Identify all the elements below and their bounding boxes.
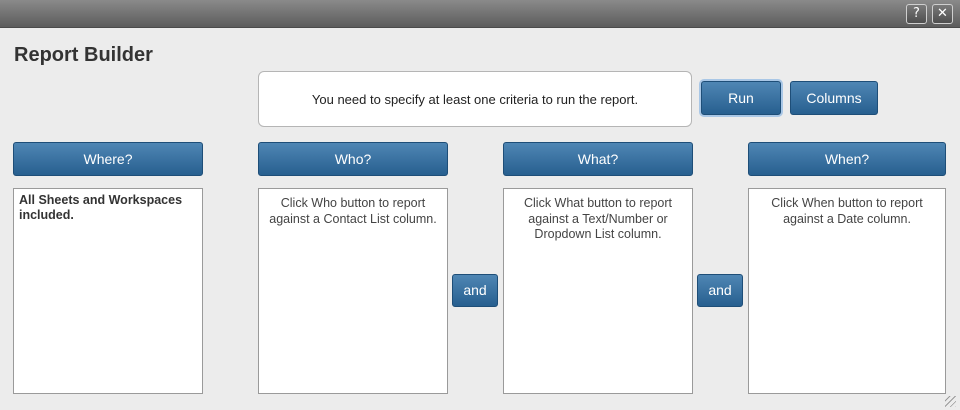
window-titlebar: ? ✕ — [0, 0, 960, 28]
and-button-what-when[interactable]: and — [697, 274, 743, 307]
where-criteria-text: All Sheets and Workspaces included. — [19, 193, 183, 222]
dialog-title: Report Builder — [14, 44, 153, 66]
what-criteria-box: Click What button to report against a Te… — [503, 188, 693, 394]
who-button[interactable]: Who? — [258, 142, 448, 176]
when-criteria-text: Click When button to report against a Da… — [771, 196, 923, 226]
validation-message: You need to specify at least one criteri… — [258, 71, 692, 127]
what-criteria-text: Click What button to report against a Te… — [524, 196, 672, 241]
resize-grip-icon[interactable] — [945, 396, 956, 407]
report-builder-dialog: Report Builder You need to specify at le… — [0, 28, 960, 410]
where-button[interactable]: Where? — [13, 142, 203, 176]
run-button[interactable]: Run — [701, 81, 781, 115]
close-icon[interactable]: ✕ — [932, 4, 953, 24]
where-criteria-box: All Sheets and Workspaces included. — [13, 188, 203, 394]
columns-button[interactable]: Columns — [790, 81, 878, 115]
when-button[interactable]: When? — [748, 142, 946, 176]
who-criteria-box: Click Who button to report against a Con… — [258, 188, 448, 394]
help-icon[interactable]: ? — [906, 4, 927, 24]
what-button[interactable]: What? — [503, 142, 693, 176]
who-criteria-text: Click Who button to report against a Con… — [269, 196, 437, 226]
and-button-who-what[interactable]: and — [452, 274, 498, 307]
when-criteria-box: Click When button to report against a Da… — [748, 188, 946, 394]
